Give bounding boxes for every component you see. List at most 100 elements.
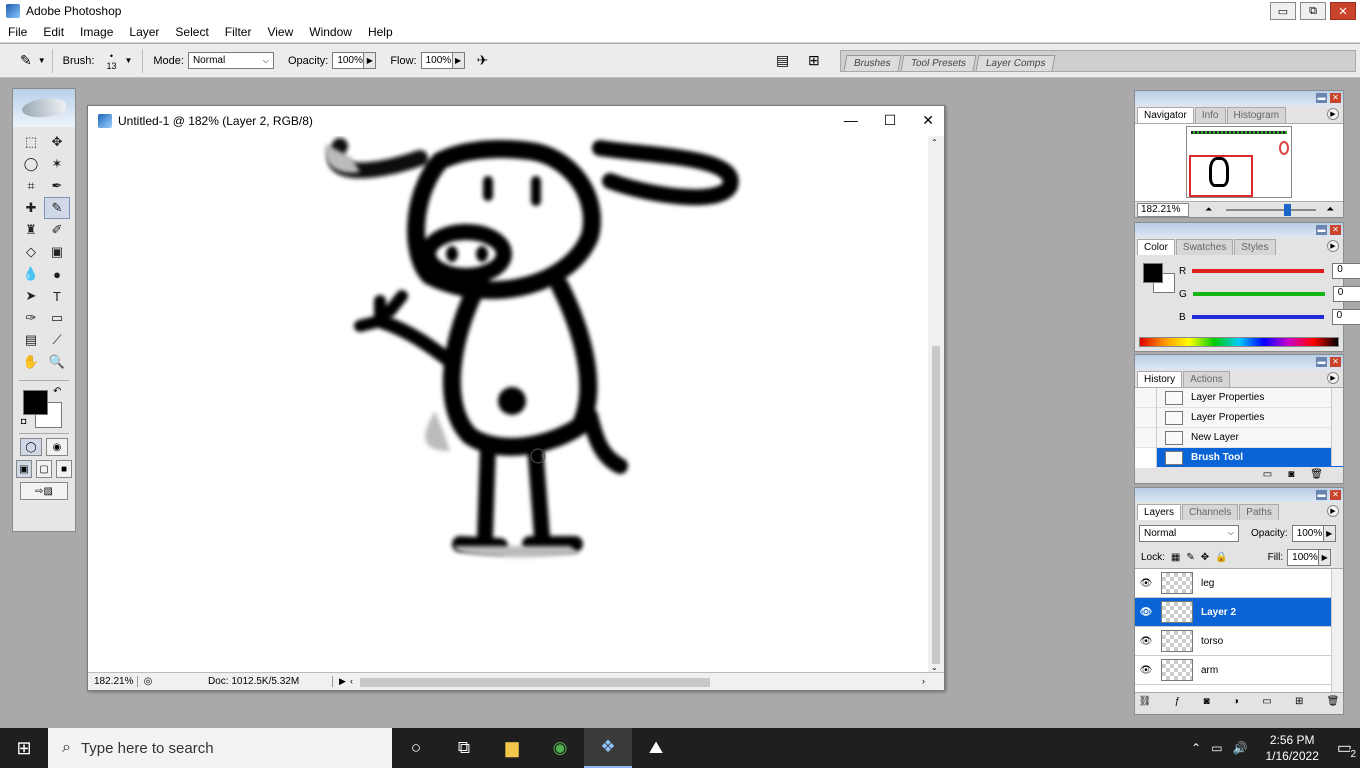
doc-minimize-icon[interactable]: — [844,112,858,129]
type-tool-icon[interactable]: T [44,285,70,307]
gradient-tool-icon[interactable]: ▣ [44,241,70,263]
panel-menu-icon[interactable]: ▶ [1327,240,1339,252]
screen-mode-full-menu-icon[interactable]: ▢ [36,460,52,478]
navigator-zoom-slider[interactable] [1226,203,1317,216]
delete-state-icon[interactable]: 🗑 [1310,469,1323,480]
brush-tool-icon[interactable]: ✎ [44,197,70,219]
layers-scrollbar[interactable] [1331,569,1343,692]
history-brush-tool-icon[interactable]: ✐ [44,219,70,241]
panel-menu-icon[interactable]: ▶ [1327,108,1339,120]
chrome-icon[interactable]: ◉ [536,728,584,768]
zoom-tool-icon[interactable]: 🔍 [44,351,70,373]
visibility-eye-icon[interactable]: 👁 [1135,636,1157,647]
image-canvas[interactable] [90,136,928,674]
tab-actions[interactable]: Actions [1183,371,1230,387]
red-slider[interactable] [1192,269,1325,273]
fill-arrow-icon[interactable]: ▶ [1319,548,1332,566]
document-zoom[interactable]: 182.21% [88,676,138,687]
well-tab-layer-comps[interactable]: Layer Comps [975,55,1056,71]
task-view-icon[interactable]: ⧉ [440,728,488,768]
tab-paths[interactable]: Paths [1239,504,1279,520]
photoshop-taskbar-icon[interactable]: ❖ [584,728,632,768]
panel-close-icon[interactable]: ✕ [1330,93,1341,103]
menu-edit[interactable]: Edit [35,25,72,39]
cortana-icon[interactable]: ○ [392,728,440,768]
healing-brush-tool-icon[interactable]: ✚ [18,197,44,219]
panel-close-icon[interactable]: ✕ [1330,490,1341,500]
standard-mode-icon[interactable]: ◯ [20,438,42,456]
history-item[interactable]: New Layer [1135,427,1343,448]
lock-all-icon[interactable]: 🔒 [1215,552,1227,563]
clone-stamp-tool-icon[interactable]: ♜ [18,219,44,241]
red-value[interactable]: 0 [1332,263,1360,279]
lock-transparency-icon[interactable]: ▦ [1171,552,1180,563]
tray-chevron-up-icon[interactable]: ⌃ [1191,741,1201,755]
photos-app-icon[interactable]: ⛰ [632,728,680,768]
scroll-left-icon[interactable]: ‹ [350,676,353,686]
new-snapshot-icon[interactable]: ◙ [1288,469,1294,480]
brush-dropdown-icon[interactable]: ▼ [124,56,132,65]
layer-row-selected[interactable]: 👁 Layer 2 [1135,598,1343,627]
tab-history[interactable]: History [1137,371,1183,387]
notifications-icon[interactable]: ▭ 2 [1337,738,1356,760]
foreground-color-swatch[interactable] [23,390,48,415]
tab-swatches[interactable]: Swatches [1175,239,1234,255]
hand-tool-icon[interactable]: ✋ [18,351,44,373]
zoom-in-icon[interactable]: ⏶ [1326,204,1334,215]
new-layer-icon[interactable]: ⊞ [1295,696,1303,707]
blue-value[interactable]: 0 [1331,309,1360,325]
new-document-from-state-icon[interactable]: ▭ [1263,469,1272,480]
file-browser-icon[interactable]: ⊞ [808,52,820,69]
well-tab-tool-presets[interactable]: Tool Presets [900,55,977,71]
scroll-up-icon[interactable]: ⌃ [931,138,938,147]
network-icon[interactable]: ▭ [1211,741,1222,755]
panel-menu-icon[interactable]: ▶ [1327,372,1339,384]
visibility-eye-icon[interactable]: 👁 [1135,665,1157,676]
dodge-tool-icon[interactable]: ● [44,263,70,285]
navigator-view-box[interactable] [1189,155,1253,197]
crop-tool-icon[interactable]: ⌗ [18,175,44,197]
path-selection-tool-icon[interactable]: ➤ [18,285,44,307]
doc-maximize-icon[interactable]: ☐ [884,112,897,129]
lasso-tool-icon[interactable]: ◯ [18,153,44,175]
volume-icon[interactable]: 🔊 [1233,741,1248,755]
menu-view[interactable]: View [259,25,301,39]
status-menu-arrow-icon[interactable]: ▶ [339,676,346,687]
green-value[interactable]: 0 [1332,286,1360,302]
panel-minimize-icon[interactable]: ▬ [1316,93,1327,103]
pen-tool-icon[interactable]: ✑ [18,307,44,329]
airbrush-icon[interactable]: ✈ [477,52,489,69]
slice-tool-icon[interactable]: ✒ [44,175,70,197]
panel-close-icon[interactable]: ✕ [1330,225,1341,235]
well-tab-brushes[interactable]: Brushes [843,55,902,71]
menu-filter[interactable]: Filter [217,25,260,39]
menu-select[interactable]: Select [167,25,216,39]
visibility-eye-icon[interactable]: 👁 [1135,607,1157,618]
scroll-down-icon[interactable]: ⌄ [931,663,938,672]
screen-mode-full-icon[interactable]: ■ [56,460,72,478]
navigator-thumbnail[interactable] [1186,126,1292,198]
panel-minimize-icon[interactable]: ▬ [1316,357,1327,367]
panel-minimize-icon[interactable]: ▬ [1316,490,1327,500]
flow-field[interactable]: 100% [420,52,453,69]
blue-slider[interactable] [1191,315,1324,319]
default-colors-icon[interactable]: ◘ [21,416,26,426]
blur-tool-icon[interactable]: 💧 [18,263,44,285]
layer-style-icon[interactable]: ƒ [1175,696,1181,707]
preset-dropdown-icon[interactable]: ▼ [38,56,46,65]
jump-to-imageready-icon[interactable]: ⇨▨ [20,482,68,500]
lock-image-icon[interactable]: ✎ [1186,552,1194,563]
eraser-tool-icon[interactable]: ◇ [18,241,44,263]
color-foreground-swatch[interactable] [1143,263,1163,283]
layer-opacity-field[interactable]: 100% [1291,524,1324,542]
marquee-tool-icon[interactable]: ⬚ [18,131,44,153]
document-horizontal-scrollbar[interactable]: ‹ › [350,676,925,688]
new-group-icon[interactable]: ▭ [1262,696,1271,707]
blend-mode-select[interactable]: Normal ⌵ [1139,524,1239,542]
windows-start-icon[interactable]: ⊞ [0,728,48,768]
layer-row[interactable]: 👁 leg [1135,569,1343,598]
tab-histogram[interactable]: Histogram [1226,107,1287,123]
layer-row[interactable]: 👁 arm [1135,656,1343,685]
layer-opacity-arrow-icon[interactable]: ▶ [1323,524,1336,542]
menu-layer[interactable]: Layer [121,25,167,39]
